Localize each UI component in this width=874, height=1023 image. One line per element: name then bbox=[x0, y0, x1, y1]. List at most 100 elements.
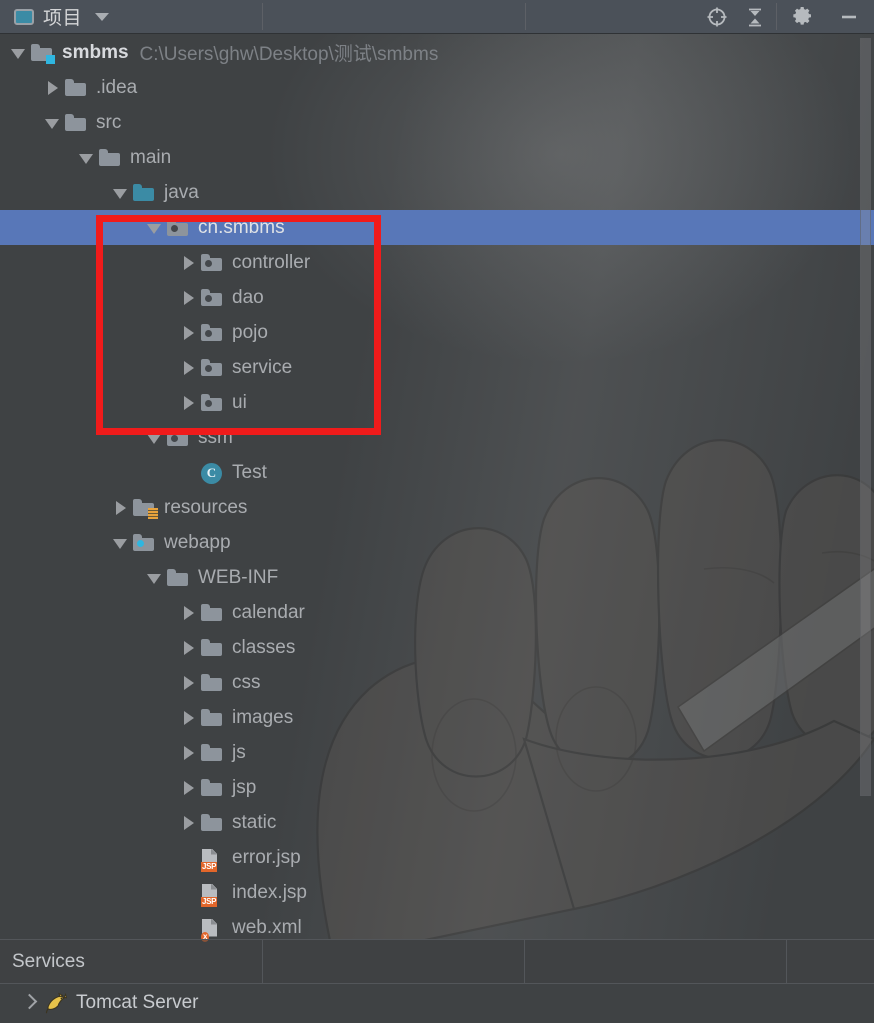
chevron-down-icon[interactable] bbox=[95, 12, 110, 21]
expand-arrow-icon[interactable] bbox=[178, 322, 200, 344]
expand-arrow-icon[interactable] bbox=[178, 287, 200, 309]
tree-row-calendar[interactable]: calendar bbox=[0, 595, 874, 630]
expand-arrow-icon[interactable] bbox=[178, 777, 200, 799]
collapse-arrow-icon[interactable] bbox=[144, 427, 166, 449]
tree-row-controller[interactable]: controller bbox=[0, 245, 874, 280]
chevron-right-icon[interactable] bbox=[22, 994, 36, 1012]
collapse-arrow-icon[interactable] bbox=[110, 182, 132, 204]
tree-row--idea[interactable]: .idea bbox=[0, 70, 874, 105]
tree-row-java[interactable]: java bbox=[0, 175, 874, 210]
folder-glyph bbox=[65, 78, 86, 96]
gear-icon[interactable] bbox=[790, 4, 816, 30]
expand-arrow-icon[interactable] bbox=[42, 77, 64, 99]
expand-arrow-icon[interactable] bbox=[178, 252, 200, 274]
folder-webapp-icon bbox=[132, 532, 156, 554]
expand-arrow-icon[interactable] bbox=[178, 742, 200, 764]
collapse-arrow-icon[interactable] bbox=[144, 567, 166, 589]
tree-row-jsp[interactable]: jsp bbox=[0, 770, 874, 805]
tree-row-label: smbms bbox=[62, 41, 129, 63]
tree-row-js[interactable]: js bbox=[0, 735, 874, 770]
tree-row-images[interactable]: images bbox=[0, 700, 874, 735]
tree-row-resources[interactable]: resources bbox=[0, 490, 874, 525]
twisty-placeholder bbox=[178, 462, 200, 484]
tree-row-label: index.jsp bbox=[232, 881, 307, 903]
tree-row-label: jsp bbox=[232, 776, 257, 798]
expand-arrow-icon[interactable] bbox=[178, 357, 200, 379]
expand-arrow-icon[interactable] bbox=[178, 707, 200, 729]
tree-row-index-jsp[interactable]: JSP index.jsp bbox=[0, 875, 874, 910]
folder-icon bbox=[200, 812, 224, 834]
folder-icon bbox=[200, 672, 224, 694]
java-class-icon: C bbox=[200, 462, 224, 484]
tree-row-smbms[interactable]: smbms C:\Users\ghw\Desktop\测试\smbms bbox=[0, 35, 874, 70]
collapse-arrow-icon[interactable] bbox=[110, 532, 132, 554]
tree-row-pojo[interactable]: pojo bbox=[0, 315, 874, 350]
tree-row-webapp[interactable]: webapp bbox=[0, 525, 874, 560]
package-icon bbox=[166, 427, 190, 449]
header-empty-segment-1 bbox=[263, 0, 525, 33]
collapse-arrow-icon[interactable] bbox=[76, 147, 98, 169]
jsp-file-glyph: JSP bbox=[201, 848, 220, 872]
tree-row-label: cn.smbms bbox=[198, 216, 285, 238]
twisty-placeholder bbox=[178, 882, 200, 904]
tomcat-cat-glyph bbox=[45, 992, 68, 1014]
tree-row-ssm[interactable]: ssm bbox=[0, 420, 874, 455]
tree-row-error-jsp[interactable]: JSP error.jsp bbox=[0, 840, 874, 875]
tree-row-main[interactable]: main bbox=[0, 140, 874, 175]
tree-row-label: static bbox=[232, 811, 277, 833]
minimize-icon[interactable] bbox=[836, 4, 862, 30]
tree-row-ui[interactable]: ui bbox=[0, 385, 874, 420]
services-header: Services bbox=[0, 939, 874, 984]
tree-row-service[interactable]: service bbox=[0, 350, 874, 385]
header-action-group bbox=[526, 0, 776, 33]
crosshair-icon[interactable] bbox=[704, 4, 730, 30]
tree-row-classes[interactable]: classes bbox=[0, 630, 874, 665]
tree-row-web-inf[interactable]: WEB-INF bbox=[0, 560, 874, 595]
tree-row-static[interactable]: static bbox=[0, 805, 874, 840]
expand-arrow-icon[interactable] bbox=[110, 497, 132, 519]
collapse-arrow-icon[interactable] bbox=[42, 112, 64, 134]
expand-arrow-icon[interactable] bbox=[178, 392, 200, 414]
collapse-arrow-icon[interactable] bbox=[144, 217, 166, 239]
tree-vertical-scrollbar[interactable] bbox=[860, 38, 871, 796]
package-glyph bbox=[201, 323, 222, 341]
collapse-all-icon[interactable] bbox=[742, 4, 768, 30]
folder-icon bbox=[64, 77, 88, 99]
class-glyph: C bbox=[201, 462, 222, 484]
tree-row-cn-smbms[interactable]: cn.smbms bbox=[0, 210, 874, 245]
folder-glyph bbox=[201, 813, 222, 831]
tree-row-src[interactable]: src bbox=[0, 105, 874, 140]
tree-row-css[interactable]: css bbox=[0, 665, 874, 700]
tree-row-label: Test bbox=[232, 461, 267, 483]
expand-arrow-icon[interactable] bbox=[178, 672, 200, 694]
expand-arrow-icon[interactable] bbox=[178, 637, 200, 659]
tree-row-label: .idea bbox=[96, 76, 138, 98]
tree-row-label: images bbox=[232, 706, 294, 728]
tree-row-label: webapp bbox=[164, 531, 231, 553]
tree-row-dao[interactable]: dao bbox=[0, 280, 874, 315]
tree-row-test[interactable]: C Test bbox=[0, 455, 874, 490]
tool-window-header: 项目 bbox=[0, 0, 874, 34]
expand-arrow-icon[interactable] bbox=[178, 602, 200, 624]
tab-project[interactable]: 项目 bbox=[0, 0, 262, 33]
project-tree[interactable]: smbms C:\Users\ghw\Desktop\测试\smbms .idea s… bbox=[0, 35, 874, 942]
collapse-arrow-icon[interactable] bbox=[8, 42, 30, 64]
services-header-segment-3 bbox=[787, 940, 874, 983]
tree-row-label: controller bbox=[232, 251, 311, 273]
tree-row-label: java bbox=[164, 181, 199, 203]
tool-window-title: 项目 bbox=[43, 7, 83, 29]
services-tree-row[interactable]: Tomcat Server bbox=[0, 984, 874, 1022]
package-glyph bbox=[201, 393, 222, 411]
tree-row-label: css bbox=[232, 671, 261, 693]
expand-arrow-icon[interactable] bbox=[178, 812, 200, 834]
services-header-segment-1 bbox=[263, 940, 525, 983]
